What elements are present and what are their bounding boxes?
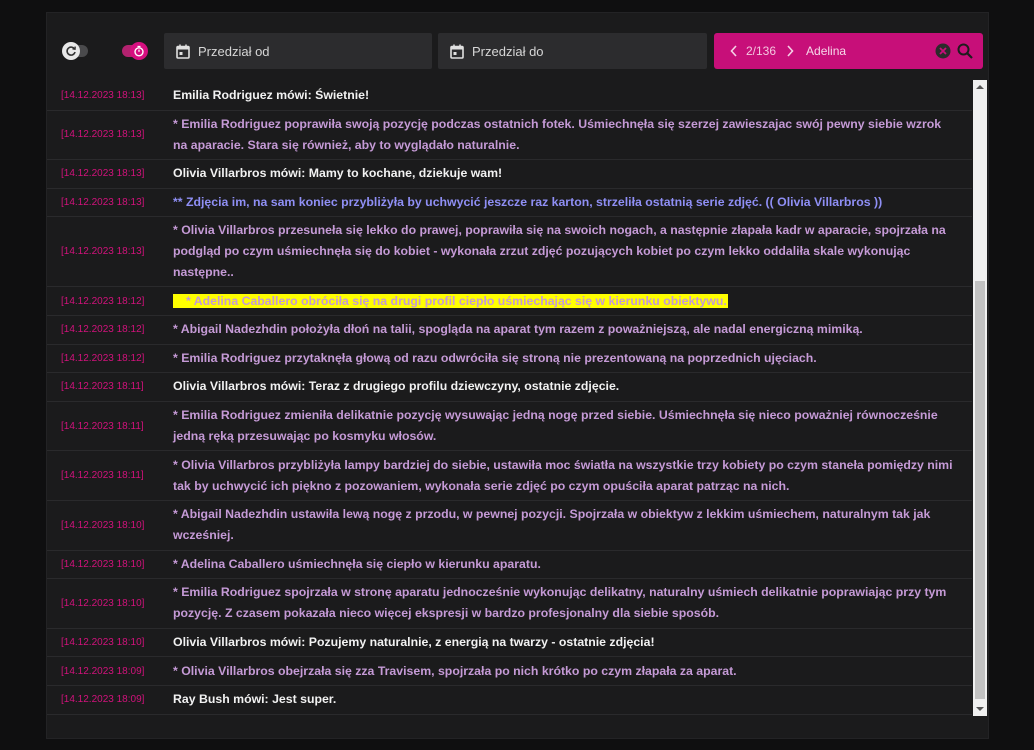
chat-log: [14.12.2023 18:13] Emilia Rodriguez mówi… (47, 82, 972, 716)
log-message: Emilia Rodriguez mówi: Świetnie! (173, 88, 370, 103)
log-row: [14.12.2023 18:13] ** Zdjęcia im, na sam… (47, 189, 972, 218)
log-timestamp: [14.12.2023 18:12] (61, 295, 145, 307)
log-message: * Abigail Nadezhdin położyła dłoń na tal… (173, 322, 863, 337)
log-timestamp: [14.12.2023 18:11] (61, 381, 144, 393)
log-row: [14.12.2023 18:13] * Olivia Villarbros p… (47, 217, 972, 288)
log-message: Olivia Villarbros mówi: Teraz z drugiego… (173, 379, 620, 394)
scrollbar-thumb[interactable] (975, 281, 985, 699)
log-timestamp: [14.12.2023 18:10] (61, 519, 145, 531)
log-timestamp: [14.12.2023 18:13] (61, 129, 145, 141)
log-row: [14.12.2023 18:12] * Abigail Nadezhdin p… (47, 316, 972, 345)
log-timestamp: [14.12.2023 18:13] (61, 168, 145, 180)
log-row: [14.12.2023 18:09] Ray Bush mówi: Jest s… (47, 686, 972, 715)
log-row: [14.12.2023 18:11] * Emilia Rodriguez zm… (47, 402, 972, 452)
date-to-placeholder: Przedział do (472, 43, 544, 59)
calendar-icon (450, 44, 464, 59)
log-message: * Olivia Villarbros obejrzała się zza Tr… (173, 663, 737, 678)
log-message: * Olivia Villarbros przesuneła się lekko… (173, 223, 946, 280)
log-row: [14.12.2023 18:09] * Olivia Villarbros o… (47, 657, 972, 686)
chat-log-panel: Przedział od Przedział do 2/136 Adelina … (46, 12, 989, 739)
log-message: * Emilia Rodriguez spojrzała w stronę ap… (173, 585, 947, 621)
log-timestamp: [14.12.2023 18:09] (61, 665, 145, 677)
log-row: [14.12.2023 18:13] * Emilia Rodriguez po… (47, 111, 972, 161)
log-row: [14.12.2023 18:11] Olivia Villarbros mów… (47, 373, 972, 402)
date-from-placeholder: Przedział od (198, 43, 270, 59)
log-scrollbar[interactable] (973, 80, 987, 716)
search-result-counter: 2/136 (746, 44, 777, 58)
log-message: * Abigail Nadezhdin ustawiła lewą nogę z… (173, 507, 931, 543)
log-message: Olivia Villarbros mówi: Pozujemy natural… (173, 635, 655, 650)
toolbar: Przedział od Przedział do 2/136 Adelina (47, 33, 988, 69)
log-timestamp: [14.12.2023 18:09] (61, 694, 145, 706)
timer-icon (130, 42, 148, 60)
log-timestamp: [14.12.2023 18:13] (61, 246, 145, 258)
log-message: * Emilia Rodriguez przytaknęła głową od … (173, 350, 817, 365)
log-timestamp: [14.12.2023 18:13] (61, 90, 145, 102)
scroll-down-arrow-icon[interactable] (973, 702, 987, 716)
log-message: * Adelina Caballero uśmiechnęła się ciep… (173, 556, 541, 571)
log-timestamp: [14.12.2023 18:11] (61, 470, 144, 482)
log-message: ** Zdjęcia im, na sam koniec przybliżyła… (173, 195, 883, 210)
search-box: 2/136 Adelina (714, 33, 983, 69)
log-message: * Adelina Caballero obróciła się na drug… (173, 291, 972, 312)
log-timestamp: [14.12.2023 18:11] (61, 420, 144, 432)
search-icon[interactable] (957, 43, 973, 62)
log-timestamp: [14.12.2023 18:12] (61, 324, 145, 336)
timer-toggle[interactable] (118, 42, 148, 60)
log-message: Olivia Villarbros mówi: Mamy to kochane,… (173, 166, 503, 181)
chevron-left-icon[interactable] (728, 45, 740, 57)
log-timestamp: [14.12.2023 18:13] (61, 197, 145, 209)
log-message: * Olivia Villarbros przybliżyła lampy ba… (173, 457, 953, 493)
date-from-field[interactable]: Przedział od (164, 33, 432, 69)
log-timestamp: [14.12.2023 18:10] (61, 597, 145, 609)
search-match-highlight: * Adelina Caballero obróciła się na drug… (173, 293, 728, 308)
refresh-icon (62, 42, 80, 60)
date-to-field[interactable]: Przedział do (438, 33, 707, 69)
clear-icon[interactable] (935, 43, 951, 62)
log-row-highlighted: [14.12.2023 18:12] * Adelina Caballero o… (47, 287, 972, 316)
auto-refresh-toggle[interactable] (62, 42, 92, 60)
log-row: [14.12.2023 18:10] * Adelina Caballero u… (47, 551, 972, 580)
log-message: Ray Bush mówi: Jest super. (173, 692, 337, 707)
log-timestamp: [14.12.2023 18:12] (61, 352, 145, 364)
search-input[interactable]: Adelina (806, 44, 846, 58)
log-row: [14.12.2023 18:10] * Emilia Rodriguez sp… (47, 579, 972, 629)
log-row: [14.12.2023 18:13] Emilia Rodriguez mówi… (47, 82, 972, 111)
log-row: [14.12.2023 18:10] * Abigail Nadezhdin u… (47, 501, 972, 551)
log-row: [14.12.2023 18:13] Olivia Villarbros mów… (47, 160, 972, 189)
log-timestamp: [14.12.2023 18:10] (61, 558, 145, 570)
log-row: [14.12.2023 18:10] Olivia Villarbros mów… (47, 629, 972, 658)
chevron-right-icon[interactable] (784, 45, 796, 57)
log-row: [14.12.2023 18:11] * Olivia Villarbros p… (47, 451, 972, 501)
log-row: [14.12.2023 18:12] * Emilia Rodriguez pr… (47, 345, 972, 374)
log-timestamp: [14.12.2023 18:10] (61, 637, 145, 649)
log-message: * Emilia Rodriguez poprawiła swoją pozyc… (173, 116, 942, 152)
log-message: * Emilia Rodriguez zmieniła delikatnie p… (173, 408, 938, 444)
scroll-up-arrow-icon[interactable] (973, 80, 987, 94)
calendar-icon (176, 44, 190, 59)
